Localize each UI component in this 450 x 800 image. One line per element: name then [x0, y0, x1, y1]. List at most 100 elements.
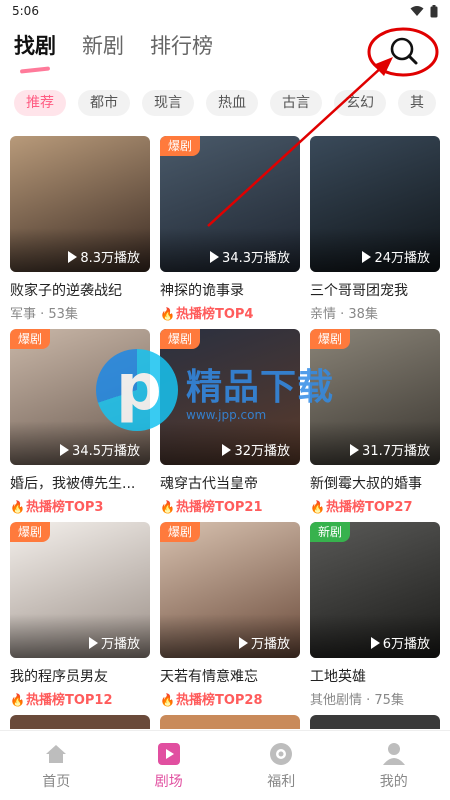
- peek-poster: [10, 715, 150, 729]
- tab-new-drama[interactable]: 新剧: [82, 30, 124, 60]
- play-count: 万播放: [88, 633, 140, 652]
- coin-icon: [268, 741, 294, 767]
- drama-title[interactable]: 天若有情意难忘: [160, 666, 300, 686]
- drama-badge: 爆剧: [10, 329, 51, 349]
- ranking-label: 🔥热播榜TOP3: [10, 496, 150, 515]
- genre-chip-action[interactable]: 热血: [206, 90, 258, 116]
- play-count-text: 8.3万播放: [80, 251, 140, 266]
- drama-title[interactable]: 败家子的逆袭战纪: [10, 280, 150, 300]
- drama-poster[interactable]: 爆剧 34.3万播放: [160, 136, 300, 272]
- drama-poster[interactable]: 8.3万播放: [10, 136, 150, 272]
- drama-poster[interactable]: 爆剧 万播放: [160, 522, 300, 658]
- drama-card[interactable]: 爆剧 34.3万播放神探的诡事录 🔥热播榜TOP4: [160, 136, 300, 329]
- genre-chip-other[interactable]: 其: [398, 90, 436, 116]
- play-icon: [88, 636, 98, 649]
- play-icon: [222, 443, 232, 456]
- drama-poster[interactable]: 爆剧万播放: [10, 522, 150, 658]
- genre-chip-city[interactable]: 都市: [78, 90, 130, 116]
- play-count: 32万播放: [222, 440, 290, 459]
- drama-card[interactable]: 爆剧 万播放天若有情意难忘 🔥热播榜TOP28: [160, 522, 300, 715]
- play-count: 6万播放: [370, 633, 430, 652]
- peek-poster: [160, 715, 300, 729]
- play-icon: [362, 250, 372, 263]
- drama-sub-text: 热播榜TOP3: [25, 500, 104, 515]
- play-icon: [68, 250, 78, 263]
- drama-title[interactable]: 婚后，我被傅先生...: [10, 473, 150, 493]
- nav-theater[interactable]: 剧场: [129, 741, 209, 791]
- genre-episodes-label: 军事 · 53集: [10, 303, 150, 322]
- play-count-text: 32万播放: [234, 444, 290, 459]
- drama-card[interactable]: 24万播放 三个哥哥团宠我 亲情 · 38集: [310, 136, 440, 329]
- drama-card[interactable]: 爆剧 31.7万播放 新倒霉大叔的婚事 🔥热播榜TOP27: [310, 329, 440, 522]
- drama-card[interactable]: 爆剧 34.5万播放婚后，我被傅先生... 🔥热播榜TOP3: [10, 329, 150, 522]
- fire-icon: 🔥: [310, 500, 325, 514]
- fire-icon: 🔥: [160, 693, 175, 707]
- genre-episodes-label: 其他剧情 · 75集: [310, 689, 440, 708]
- ranking-label: 🔥热播榜TOP4: [160, 303, 300, 322]
- drama-badge: 爆剧: [160, 136, 201, 156]
- nav-home-label: 首页: [42, 773, 71, 790]
- nav-welfare[interactable]: 福利: [241, 741, 321, 791]
- status-bar: 5:06: [0, 0, 450, 22]
- drama-card[interactable]: 爆剧万播放我的程序员男友 🔥热播榜TOP12: [10, 522, 150, 715]
- drama-title[interactable]: 魂穿古代当皇帝: [160, 473, 300, 493]
- play-count: 31.7万播放: [350, 440, 430, 459]
- play-icon: [156, 741, 182, 767]
- genre-chip-modern-romance[interactable]: 现言: [142, 90, 194, 116]
- play-count-text: 万播放: [250, 637, 290, 652]
- play-count-text: 万播放: [100, 637, 140, 652]
- ranking-label: 🔥热播榜TOP28: [160, 689, 300, 708]
- play-icon: [350, 443, 360, 456]
- tab-ranking[interactable]: 排行榜: [150, 30, 213, 60]
- status-icons: [410, 4, 438, 18]
- drama-title[interactable]: 工地英雄: [310, 666, 440, 686]
- genre-filter-bar: 推荐 都市 现言 热血 古言 玄幻 其: [14, 90, 450, 118]
- ranking-label: 🔥热播榜TOP21: [160, 496, 300, 515]
- nav-mine-label: 我的: [379, 773, 408, 790]
- drama-title[interactable]: 我的程序员男友: [10, 666, 150, 686]
- drama-title[interactable]: 新倒霉大叔的婚事: [310, 473, 440, 493]
- drama-poster[interactable]: 爆剧 34.5万播放: [10, 329, 150, 465]
- fire-icon: 🔥: [160, 500, 175, 514]
- drama-title[interactable]: 三个哥哥团宠我: [310, 280, 440, 300]
- genre-chip-recommend[interactable]: 推荐: [14, 90, 66, 116]
- drama-grid: 8.3万播放 败家子的逆袭战纪 军事 · 53集 爆剧 34.3万播放 神探的诡事录 🔥热播…: [10, 136, 440, 715]
- drama-card[interactable]: 新剧 6万播放工地英雄其他剧情 · 75集: [310, 522, 440, 715]
- play-count-text: 6万播放: [382, 637, 430, 652]
- drama-badge: 新剧: [310, 522, 351, 542]
- drama-sub-text: 热播榜TOP12: [25, 693, 113, 708]
- drama-sub-text: 热播榜TOP4: [175, 307, 254, 322]
- play-count: 万播放: [238, 633, 290, 652]
- drama-poster[interactable]: 24万播放: [310, 136, 440, 272]
- drama-title[interactable]: 神探的诡事录: [160, 280, 300, 300]
- genre-chip-fantasy[interactable]: 玄幻: [334, 90, 386, 116]
- search-icon: [367, 27, 439, 77]
- fire-icon: 🔥: [10, 500, 25, 514]
- drama-card[interactable]: 爆剧 32万播放魂穿古代当皇帝 🔥热播榜TOP21: [160, 329, 300, 522]
- play-icon: [370, 636, 380, 649]
- drama-poster[interactable]: 爆剧 31.7万播放: [310, 329, 440, 465]
- nav-mine[interactable]: 我的: [354, 741, 434, 791]
- play-icon: [60, 443, 70, 456]
- drama-poster[interactable]: 爆剧 32万播放: [160, 329, 300, 465]
- search-button[interactable]: [366, 26, 440, 78]
- play-icon: [238, 636, 248, 649]
- play-icon: [210, 250, 220, 263]
- drama-card[interactable]: 8.3万播放败家子的逆袭战纪军事 · 53集: [10, 136, 150, 329]
- drama-sub-text: 军事 · 53集: [10, 307, 78, 322]
- play-count-text: 24万播放: [374, 251, 430, 266]
- play-count: 24万播放: [362, 247, 430, 266]
- drama-poster[interactable]: 新剧 6万播放: [310, 522, 440, 658]
- ranking-label: 🔥热播榜TOP12: [10, 689, 150, 708]
- play-count: 34.5万播放: [60, 440, 140, 459]
- tab-find-drama[interactable]: 找剧: [14, 30, 56, 60]
- play-count-text: 34.3万播放: [222, 251, 290, 266]
- bottom-nav: 首页 剧场 福利 我的: [0, 730, 450, 800]
- nav-home[interactable]: 首页: [16, 741, 96, 791]
- peek-poster: [310, 715, 440, 729]
- user-icon: [381, 741, 407, 767]
- fire-icon: 🔥: [160, 307, 175, 321]
- play-count-text: 34.5万播放: [72, 444, 140, 459]
- drama-badge: 爆剧: [10, 522, 51, 542]
- genre-chip-ancient-romance[interactable]: 古言: [270, 90, 322, 116]
